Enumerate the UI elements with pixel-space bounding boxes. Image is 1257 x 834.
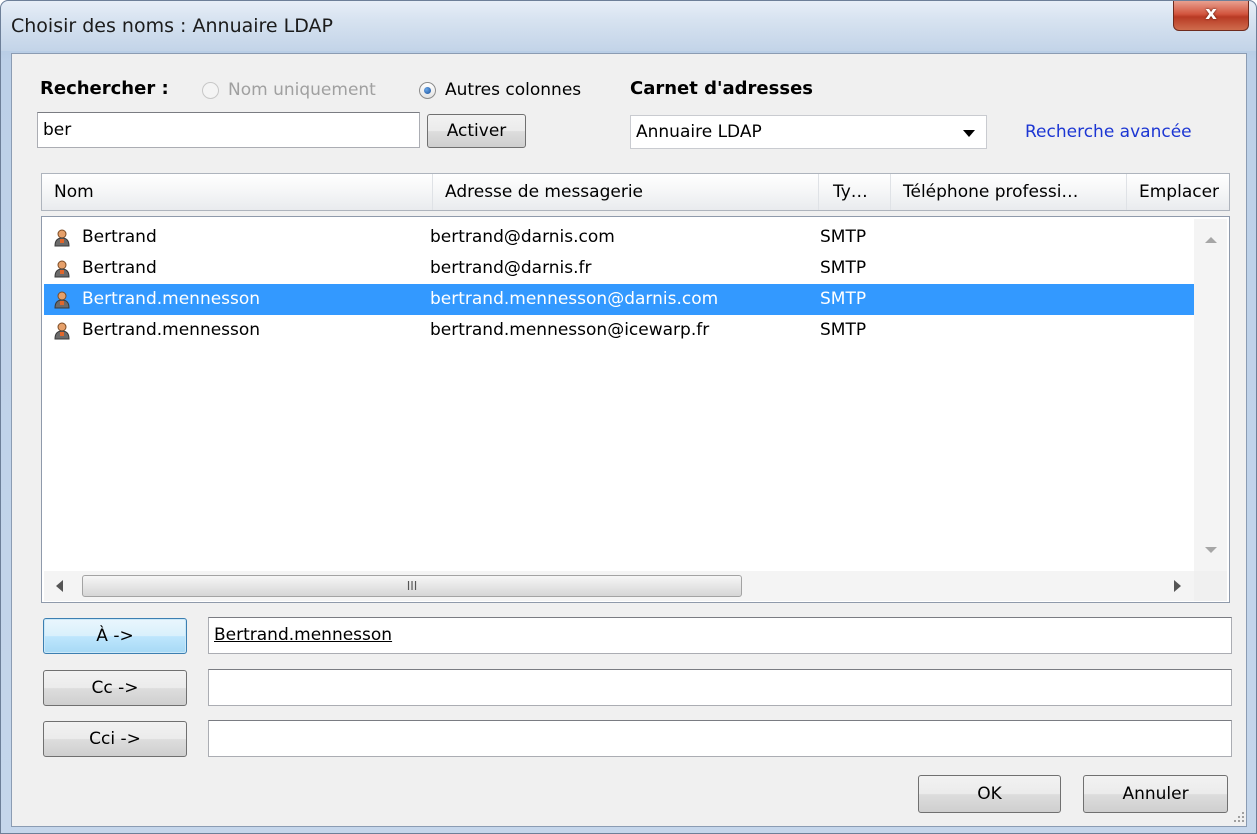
- list-header: Nom Adresse de messagerie Ty… Téléphone …: [41, 173, 1230, 211]
- vertical-scrollbar[interactable]: [1194, 219, 1227, 571]
- column-header-location[interactable]: Emplacer: [1127, 174, 1231, 210]
- radio-other-columns[interactable]: Autres colonnes: [419, 80, 619, 102]
- address-book-label: Carnet d'adresses: [630, 78, 813, 99]
- to-field[interactable]: Bertrand.mennesson: [208, 617, 1232, 654]
- cc-button[interactable]: Cc ->: [43, 670, 187, 706]
- search-label: Rechercher :: [40, 78, 169, 99]
- cc-field[interactable]: [208, 669, 1232, 706]
- person-icon: [54, 229, 70, 247]
- contact-email: bertrand@darnis.fr: [430, 258, 592, 278]
- cancel-button[interactable]: Annuler: [1083, 775, 1228, 813]
- table-row[interactable]: Bertrand bertrand@darnis.fr SMTP: [44, 253, 1194, 284]
- dialog-body: Rechercher : Nom uniquement Autres colon…: [11, 53, 1247, 827]
- window-title: Choisir des noms : Annuaire LDAP: [11, 15, 333, 37]
- horizontal-scrollbar[interactable]: III: [44, 571, 1194, 601]
- scroll-thumb-grip: III: [406, 579, 418, 593]
- contact-name: Bertrand: [82, 258, 157, 278]
- search-input[interactable]: ber: [37, 112, 420, 148]
- scroll-up-icon[interactable]: [1205, 237, 1217, 243]
- contact-type: SMTP: [820, 227, 867, 247]
- address-book-selected: Annuaire LDAP: [636, 122, 762, 142]
- contact-name: Bertrand.mennesson: [82, 289, 261, 309]
- scroll-down-icon[interactable]: [1205, 547, 1217, 553]
- chevron-down-icon[interactable]: [963, 130, 975, 137]
- resize-grip-icon[interactable]: [1232, 810, 1246, 824]
- radio-name-only[interactable]: Nom uniquement: [202, 80, 402, 102]
- radio-other-columns-label: Autres colonnes: [445, 80, 582, 100]
- close-icon: x: [1205, 3, 1217, 24]
- table-row[interactable]: Bertrand bertrand@darnis.com SMTP: [44, 222, 1194, 253]
- person-icon: [54, 291, 70, 309]
- scroll-left-icon[interactable]: [56, 580, 63, 592]
- radio-name-only-label: Nom uniquement: [228, 80, 376, 100]
- column-header-email[interactable]: Adresse de messagerie: [433, 174, 819, 210]
- ok-button[interactable]: OK: [918, 775, 1061, 813]
- radio-other-columns-circle[interactable]: [419, 82, 436, 99]
- table-row[interactable]: Bertrand.mennesson bertrand.mennesson@ic…: [44, 315, 1194, 346]
- person-icon: [54, 322, 70, 340]
- contact-type: SMTP: [820, 320, 867, 340]
- dialog-window: Choisir des noms : Annuaire LDAP x Reche…: [0, 0, 1257, 834]
- column-header-type[interactable]: Ty…: [819, 174, 891, 210]
- column-header-name[interactable]: Nom: [42, 174, 433, 210]
- to-recipient[interactable]: Bertrand.mennesson: [214, 625, 392, 645]
- person-icon: [54, 260, 70, 278]
- horizontal-scroll-thumb[interactable]: III: [82, 575, 742, 597]
- advanced-search-link[interactable]: Recherche avancée: [1025, 122, 1192, 142]
- contact-name: Bertrand: [82, 227, 157, 247]
- bcc-field[interactable]: [208, 720, 1232, 757]
- contacts-list[interactable]: Bertrand bertrand@darnis.com SMTP Bertra…: [41, 216, 1230, 603]
- to-button[interactable]: À ->: [43, 618, 187, 654]
- contact-type: SMTP: [820, 289, 867, 309]
- close-button[interactable]: x: [1173, 1, 1249, 31]
- go-button[interactable]: Activer: [427, 114, 526, 148]
- contact-type: SMTP: [820, 258, 867, 278]
- contact-name: Bertrand.mennesson: [82, 320, 261, 340]
- contact-email: bertrand.mennesson@icewarp.fr: [430, 320, 710, 340]
- scrollbar-corner: [1194, 571, 1227, 601]
- bcc-button[interactable]: Cci ->: [43, 721, 187, 757]
- radio-name-only-circle[interactable]: [202, 82, 219, 99]
- title-bar[interactable]: Choisir des noms : Annuaire LDAP x: [1, 1, 1256, 51]
- table-row-selected[interactable]: Bertrand.mennesson bertrand.mennesson@da…: [44, 284, 1194, 315]
- address-book-dropdown[interactable]: Annuaire LDAP: [630, 115, 987, 149]
- contact-email: bertrand@darnis.com: [430, 227, 615, 247]
- contact-email: bertrand.mennesson@darnis.com: [430, 289, 719, 309]
- scroll-right-icon[interactable]: [1174, 580, 1181, 592]
- column-header-phone[interactable]: Téléphone professi…: [891, 174, 1127, 210]
